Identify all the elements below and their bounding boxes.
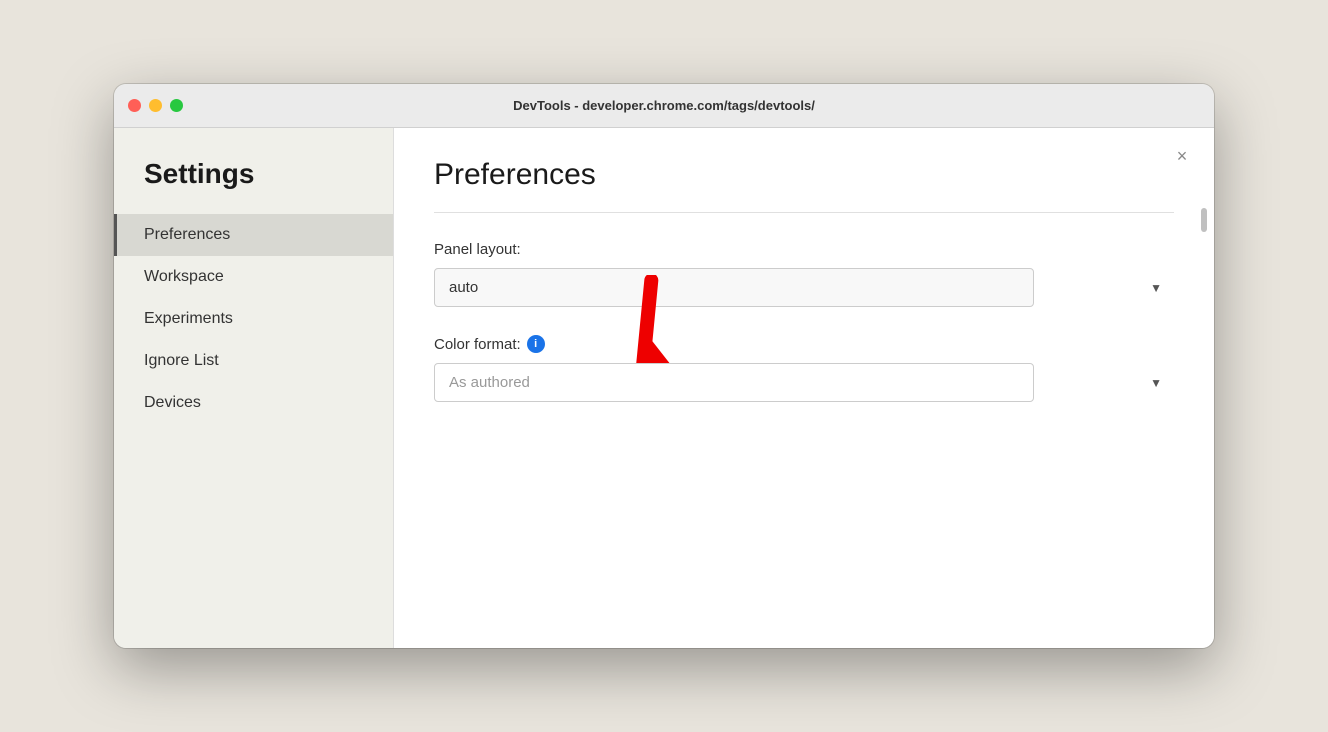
color-format-select[interactable]: As authored HEX RGB HSL: [434, 363, 1034, 402]
window-content: Settings Preferences Workspace Experimen…: [114, 128, 1214, 648]
sidebar-item-devices[interactable]: Devices: [114, 382, 393, 424]
minimize-window-button[interactable]: [149, 99, 162, 112]
browser-window: DevTools - developer.chrome.com/tags/dev…: [114, 84, 1214, 648]
sidebar-navigation: Preferences Workspace Experiments Ignore…: [114, 214, 393, 424]
sidebar-item-workspace[interactable]: Workspace: [114, 256, 393, 298]
settings-sidebar: Settings Preferences Workspace Experimen…: [114, 128, 394, 648]
main-panel: × Preferences Panel layout: auto horizon…: [394, 128, 1214, 648]
panel-layout-arrow-icon: ▼: [1150, 281, 1162, 295]
sidebar-item-experiments[interactable]: Experiments: [114, 298, 393, 340]
panel-layout-select[interactable]: auto horizontal vertical: [434, 268, 1034, 307]
sidebar-item-preferences[interactable]: Preferences: [114, 214, 393, 256]
scrollbar-track[interactable]: [1200, 208, 1208, 520]
close-settings-button[interactable]: ×: [1170, 144, 1194, 168]
page-title: Preferences: [434, 158, 1174, 192]
maximize-window-button[interactable]: [170, 99, 183, 112]
color-format-info-icon[interactable]: i: [527, 335, 545, 353]
settings-heading: Settings: [114, 158, 393, 214]
color-format-arrow-icon: ▼: [1150, 376, 1162, 390]
color-format-label: Color format: i: [434, 335, 1174, 353]
window-title: DevTools - developer.chrome.com/tags/dev…: [513, 98, 815, 113]
color-format-wrapper: As authored HEX RGB HSL ▼: [434, 363, 1174, 402]
panel-layout-label: Panel layout:: [434, 241, 1174, 258]
titlebar: DevTools - developer.chrome.com/tags/dev…: [114, 84, 1214, 128]
window-controls: [128, 99, 183, 112]
scrollbar-thumb: [1201, 208, 1207, 232]
close-window-button[interactable]: [128, 99, 141, 112]
sidebar-item-ignore-list[interactable]: Ignore List: [114, 340, 393, 382]
color-format-section: Color format: i As authored HEX RGB HSL …: [434, 335, 1174, 402]
divider: [434, 212, 1174, 213]
panel-layout-wrapper: auto horizontal vertical ▼: [434, 268, 1174, 307]
